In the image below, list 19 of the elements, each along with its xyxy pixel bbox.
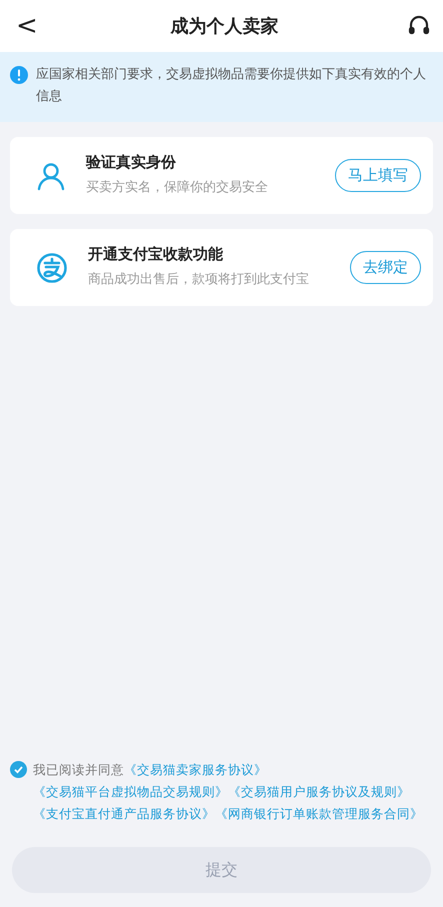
agreement-link[interactable]: 《网商银行订单账款管理服务合同》: [215, 806, 423, 821]
task-title: 验证真实身份: [86, 153, 177, 172]
agreement-link[interactable]: 《交易猫卖家服务协议》: [124, 762, 267, 777]
task-description: 商品成功出售后，款项将打到此支付宝: [88, 271, 310, 289]
agreement-text: 我已阅读并同意《交易猫卖家服务协议》 《交易猫平台虚拟物品交易规则》《交易猫用户服务协议及规则》 《支付宝直付通产品服务协议》《网商银行订单账款管理服务合同》: [33, 761, 424, 823]
task-title: 开通支付宝收款功能: [88, 245, 224, 264]
payment-logo-icon: [36, 252, 68, 284]
info-icon: [10, 66, 28, 84]
task-action-button[interactable]: 去绑定: [350, 251, 421, 284]
back-button[interactable]: <: [12, 13, 42, 39]
agreement-link[interactable]: 《交易猫用户服务协议及规则》: [228, 784, 410, 799]
task-description: 买卖方实名，保障你的交易安全: [86, 179, 269, 197]
agreement-checkbox[interactable]: [10, 761, 27, 778]
task-action-button[interactable]: 马上填写: [335, 159, 421, 192]
agreement-link[interactable]: 《交易猫平台虚拟物品交易规则》: [33, 784, 228, 799]
person-icon: [36, 160, 66, 190]
agreement-link[interactable]: 《支付宝直付通产品服务协议》: [33, 806, 215, 821]
page-title: 成为个人卖家: [170, 15, 278, 38]
notice-text: 应国家相关部门要求，交易虚拟物品需要你提供如下真实有效的个人信息: [36, 66, 427, 106]
